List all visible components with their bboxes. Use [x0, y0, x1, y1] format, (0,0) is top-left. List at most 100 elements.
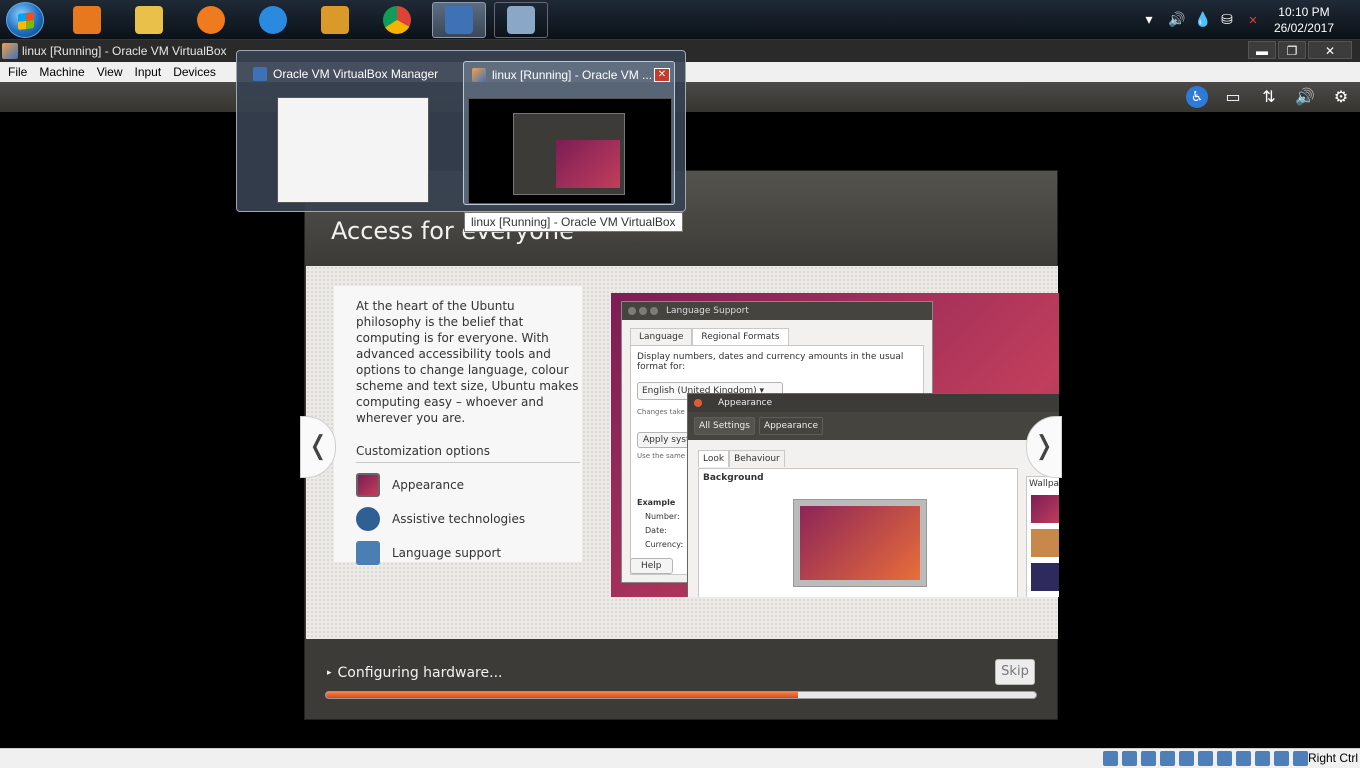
install-status[interactable]: Configuring hardware... [327, 665, 503, 681]
taskbar-word[interactable] [308, 2, 362, 38]
thumbnail-close-icon[interactable]: ✕ [654, 68, 670, 82]
menu-file[interactable]: File [2, 65, 33, 79]
close-button[interactable]: ✕ [1308, 41, 1352, 59]
display-icon[interactable] [1217, 751, 1232, 766]
all-settings-button: All Settings [694, 417, 755, 435]
slide-description: At the heart of the Ubuntu philosophy is… [356, 299, 579, 425]
regional-description: Display numbers, dates and currency amou… [637, 352, 904, 372]
example-currency: Currency: [645, 540, 684, 549]
wallpaper-thumb [1031, 495, 1059, 523]
background-label: Background [703, 473, 764, 483]
taskbar-internet-explorer[interactable] [246, 2, 300, 38]
accessibility-option-icon [356, 507, 380, 531]
customization-title: Customization options [356, 444, 580, 463]
network-icon[interactable]: ⇅ [1258, 86, 1280, 108]
mouse-integration-icon[interactable] [1274, 751, 1289, 766]
thumbnail-preview [468, 98, 672, 204]
settings-icon[interactable]: ⚙ [1330, 86, 1352, 108]
close-dot-icon [694, 399, 702, 407]
start-button[interactable] [6, 2, 44, 38]
install-progress-bar [325, 691, 1037, 699]
taskbar-virtualbox[interactable] [432, 2, 486, 38]
audio-icon[interactable] [1141, 751, 1156, 766]
taskbar-uc-browser[interactable] [184, 2, 238, 38]
language-support-icon [356, 541, 380, 565]
monitor-preview [793, 499, 927, 587]
clock-date: 26/02/2017 [1273, 21, 1334, 35]
thumbnail-title: Oracle VM VirtualBox Manager [273, 67, 439, 81]
appearance-titlebar: Appearance [688, 394, 1059, 412]
help-button: Help [630, 558, 673, 574]
virtualbox-icon [445, 6, 473, 34]
example-number: Number: [645, 512, 680, 521]
system-tray: ▾ 🔊 💧 ⛁ ✕ [1142, 0, 1260, 40]
option-language: Language support [356, 541, 582, 565]
video-capture-icon[interactable] [1236, 751, 1251, 766]
taskbar-file-explorer[interactable] [122, 2, 176, 38]
appearance-crumb: Appearance [758, 417, 823, 435]
wallpaper-panel: Wallpap [1026, 476, 1059, 597]
windows-taskbar: ▾ 🔊 💧 ⛁ ✕ 10:10 PM 26/02/2017 [0, 0, 1360, 40]
paint-icon [507, 6, 535, 34]
language-support-titlebar: Language Support [622, 302, 932, 320]
thumbnail-title: linux [Running] - Oracle VM ... [492, 68, 653, 82]
thumbnail-virtualbox-manager[interactable]: Oracle VM VirtualBox Manager [245, 61, 457, 205]
media-player-icon [73, 6, 101, 34]
thumbnail-linux-vm[interactable]: linux [Running] - Oracle VM ... ✕ [463, 61, 675, 205]
taskbar-chrome[interactable] [370, 2, 424, 38]
tab-regional-formats: Regional Formats [692, 328, 789, 345]
vm-statusbar: Right Ctrl [0, 748, 1360, 768]
keyboard-capture-icon[interactable] [1293, 751, 1308, 766]
uc-browser-icon [197, 6, 225, 34]
menu-machine[interactable]: Machine [33, 65, 90, 79]
drop-tray-icon[interactable]: 💧 [1194, 12, 1211, 28]
option-appearance: Appearance [356, 473, 582, 497]
cpu-icon[interactable] [1255, 751, 1270, 766]
hard-disk-icon[interactable] [1103, 751, 1118, 766]
volume-tray-icon[interactable]: 🔊 [1168, 12, 1185, 28]
minimize-button[interactable]: ▬ [1248, 41, 1276, 59]
wallpaper-thumb [1031, 529, 1059, 557]
taskbar-media-player[interactable] [60, 2, 114, 38]
usb-icon[interactable] [1179, 751, 1194, 766]
virtualbox-manager-icon [253, 67, 267, 81]
menu-input[interactable]: Input [129, 65, 168, 79]
appearance-window: Appearance All Settings Appearance Look … [687, 393, 1059, 597]
look-panel: Background [698, 468, 1018, 597]
example-label: Example [637, 498, 676, 507]
skip-button[interactable]: Skip [995, 659, 1035, 685]
clock[interactable]: 10:10 PM 26/02/2017 [1274, 4, 1334, 36]
thumbnail-preview [277, 97, 429, 203]
battery-icon[interactable]: ▭ [1222, 86, 1244, 108]
network-status-icon[interactable] [1160, 751, 1175, 766]
restore-button[interactable]: ❐ [1278, 41, 1306, 59]
tab-look: Look [698, 450, 730, 467]
slideshow: At the heart of the Ubuntu philosophy is… [300, 266, 1062, 639]
option-label: Assistive technologies [392, 512, 526, 526]
volume-icon[interactable]: 🔊 [1294, 86, 1316, 108]
device-tray-icon[interactable]: ⛁ [1220, 12, 1234, 28]
appearance-icon [356, 473, 380, 497]
taskbar-thumbnail-popup: Oracle VM VirtualBox Manager linux [Runn… [236, 50, 686, 212]
previous-slide-button[interactable]: ❬ [300, 416, 336, 478]
accessibility-icon[interactable]: ♿ [1186, 86, 1208, 108]
appearance-title: Appearance [718, 398, 773, 408]
vm-window-icon [472, 68, 486, 82]
slide-screenshot: Language Support Language Regional Forma… [611, 293, 1059, 597]
menu-devices[interactable]: Devices [167, 65, 222, 79]
progress-fill [326, 692, 799, 698]
wallpaper-thumb [1031, 563, 1059, 591]
wallpaper-label: Wallpap [1029, 479, 1059, 489]
optical-drive-icon[interactable] [1122, 751, 1137, 766]
shared-folders-icon[interactable] [1198, 751, 1213, 766]
menu-view[interactable]: View [91, 65, 129, 79]
word-icon [321, 6, 349, 34]
network-tray-icon[interactable]: ✕ [1246, 14, 1260, 27]
taskbar-paint[interactable] [494, 2, 548, 38]
window-title: linux [Running] - Oracle VM VirtualBox [22, 44, 227, 58]
internet-explorer-icon [259, 6, 287, 34]
option-label: Appearance [392, 478, 465, 492]
show-hidden-icons-icon[interactable]: ▾ [1142, 12, 1156, 28]
option-label: Language support [392, 546, 502, 560]
clock-time: 10:10 PM [1278, 5, 1330, 19]
